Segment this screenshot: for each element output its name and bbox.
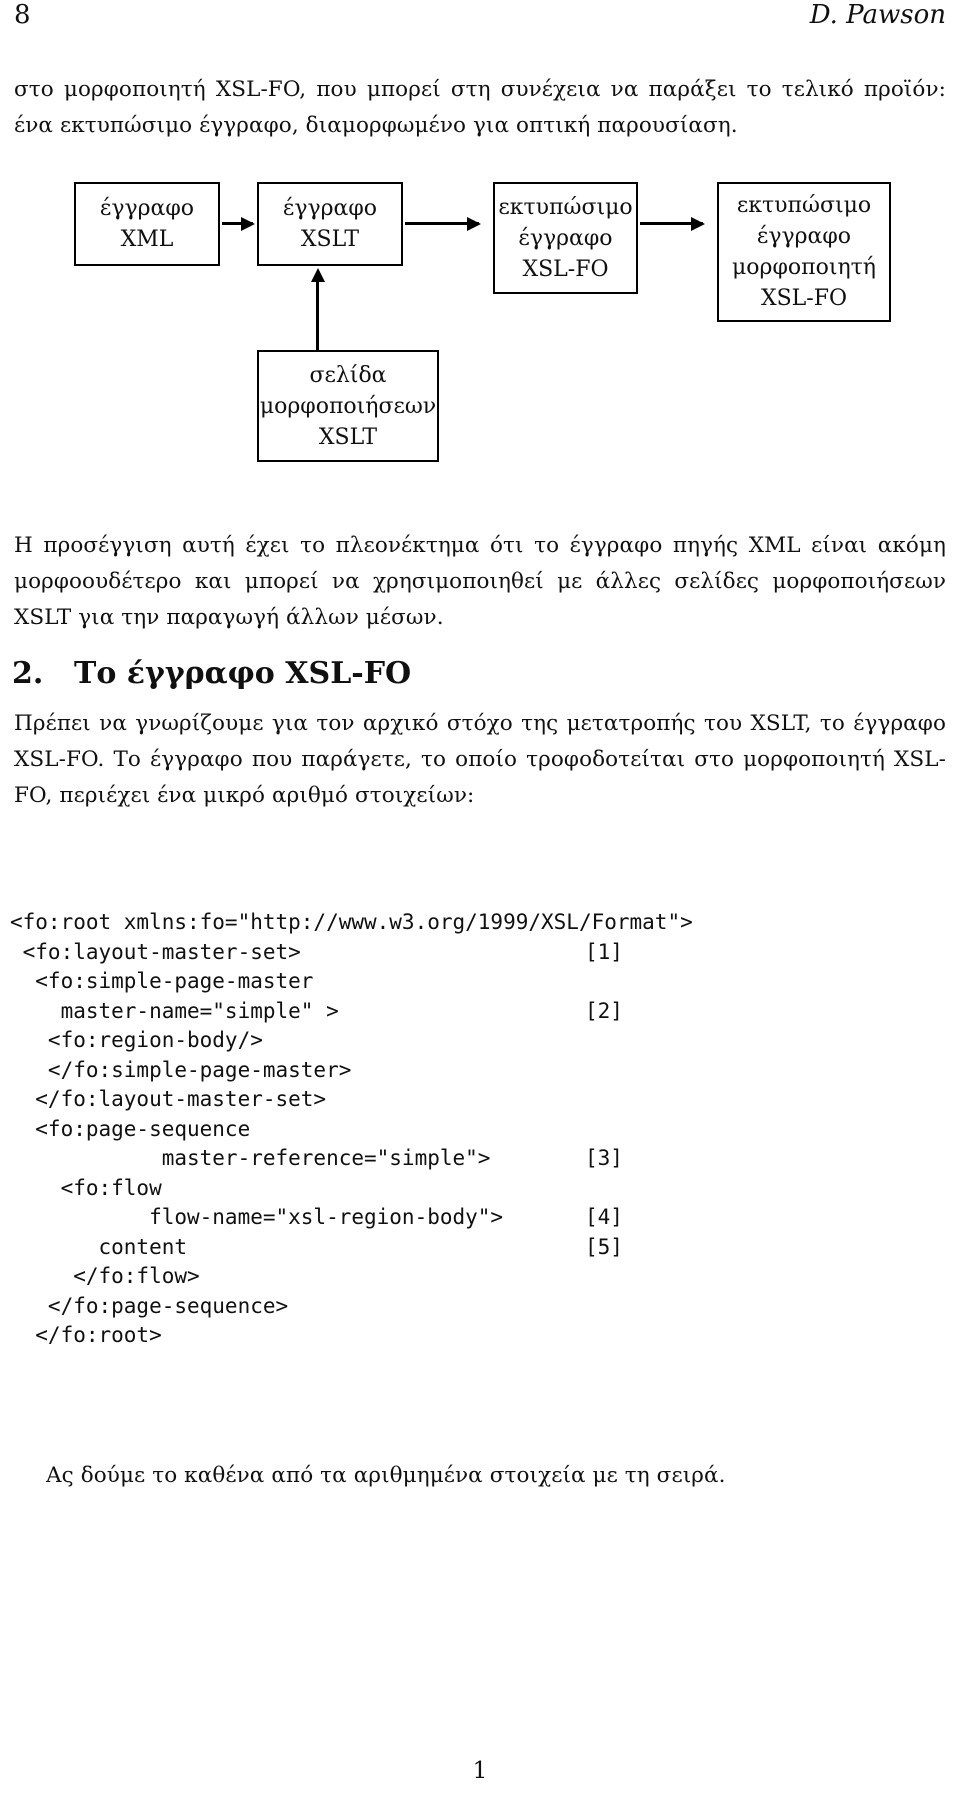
code-line-text: master-reference="simple">	[10, 1146, 491, 1170]
code-line-reference: [2]	[585, 998, 623, 1023]
diagram-box-line: XML	[120, 227, 174, 252]
code-line-text: <fo:page-sequence	[10, 1116, 251, 1141]
diagram-box-xslt-document: έγγραφο XSLT	[257, 182, 403, 266]
code-line: <fo:region-body/>	[10, 1026, 710, 1056]
section-number: 2.	[12, 655, 44, 691]
arrow-right-icon	[222, 216, 255, 231]
diagram-box-line: XSLT	[318, 424, 378, 450]
diagram-box-printable-fo-document: εκτυπώσιμο έγγραφο XSL-FO	[493, 182, 638, 294]
code-line-reference: [3]	[585, 1146, 623, 1170]
diagram-box-line: μορφοποιητή	[732, 255, 876, 280]
code-line-text: flow-name="xsl-region-body">	[10, 1205, 504, 1229]
code-line-text: <fo:root xmlns:fo="http://www.w3.org/199…	[10, 910, 693, 934]
arrow-right-icon	[405, 216, 481, 231]
code-listing: <fo:root xmlns:fo="http://www.w3.org/199…	[10, 908, 710, 1351]
code-line-text: <fo:simple-page-master	[10, 969, 314, 993]
arrow-up-icon	[310, 268, 325, 350]
arrow-right-icon	[640, 216, 705, 231]
running-head: 8 D. Pawson	[14, 0, 946, 40]
code-line: <fo:root xmlns:fo="http://www.w3.org/199…	[10, 908, 710, 938]
code-line: </fo:root>	[10, 1321, 710, 1351]
code-line: </fo:page-sequence>	[10, 1292, 710, 1322]
code-line: <fo:flow	[10, 1174, 710, 1204]
section-title: Το έγγραφο XSL-FO	[74, 655, 412, 691]
code-line: flow-name="xsl-region-body"> [4]	[10, 1203, 710, 1233]
code-line-reference: [5]	[585, 1234, 623, 1259]
diagram-box-line: XSLT	[300, 227, 360, 252]
code-line-reference: [4]	[585, 1205, 623, 1229]
diagram-box-line: XSL-FO	[522, 256, 609, 282]
diagram-box-xml-document: έγγραφο XML	[74, 182, 220, 266]
code-line: master-reference="simple"> [3]	[10, 1144, 710, 1174]
code-line-reference: [1]	[585, 939, 623, 964]
code-line: <fo:simple-page-master	[10, 967, 710, 997]
code-line-text: <fo:flow	[10, 1175, 162, 1200]
code-line: <fo:layout-master-set> [1]	[10, 938, 710, 968]
code-line: master-name="simple" > [2]	[10, 997, 710, 1027]
pipeline-diagram: έγγραφο XML έγγραφο XSLT εκτυπώσιμο έγγρ…	[0, 0, 960, 470]
code-line: </fo:simple-page-master>	[10, 1056, 710, 1086]
diagram-box-line: έγγραφο	[518, 225, 613, 251]
code-line-text: </fo:flow>	[10, 1264, 200, 1288]
code-line: content [5]	[10, 1233, 710, 1263]
code-line: <fo:page-sequence	[10, 1115, 710, 1145]
code-line-text: master-name="simple" >	[10, 998, 339, 1023]
code-line-text: </fo:page-sequence>	[10, 1293, 289, 1318]
code-line-text: <fo:region-body/>	[10, 1028, 263, 1052]
diagram-box-line: εκτυπώσιμο	[736, 193, 872, 218]
code-line-text: </fo:root>	[10, 1323, 162, 1347]
running-head-folio: 8	[14, 0, 31, 30]
diagram-box-line: έγγραφο	[756, 224, 852, 249]
code-line-text: <fo:layout-master-set>	[10, 939, 301, 964]
code-line: </fo:layout-master-set>	[10, 1085, 710, 1115]
intro-paragraph: στο μορφοποιητή XSL-FO, που μπορεί στη σ…	[14, 76, 946, 138]
section-heading: 2. Το έγγραφο XSL-FO	[12, 656, 411, 691]
diagram-box-line: XSL-FO	[760, 286, 848, 311]
diagram-box-line: μορφοποιήσεων	[259, 393, 437, 419]
code-line-text: content	[10, 1234, 188, 1259]
diagram-box-xslt-stylesheet: σελίδα μορφοποιήσεων XSLT	[257, 350, 439, 462]
code-line-text: </fo:layout-master-set>	[10, 1087, 327, 1111]
diagram-box-line: έγγραφο	[99, 196, 195, 221]
running-head-author: D. Pawson	[809, 0, 946, 30]
diagram-box-line: εκτυπώσιμο	[498, 194, 633, 220]
closing-paragraph: Ας δούμε το καθένα από τα αριθμημένα στο…	[46, 1462, 726, 1488]
diagram-box-formatter-output: εκτυπώσιμο έγγραφο μορφοποιητή XSL-FO	[717, 182, 891, 322]
diagram-box-line: σελίδα	[309, 362, 387, 388]
diagram-box-line: έγγραφο	[282, 196, 378, 221]
document-page: 8 D. Pawson στο μορφοποιητή XSL-FO, που …	[0, 0, 960, 1801]
code-line: </fo:flow>	[10, 1262, 710, 1292]
code-line-text: </fo:simple-page-master>	[10, 1057, 352, 1082]
approach-paragraph: Η προσέγγιση αυτή έχει το πλεονέκτημα ότ…	[14, 532, 946, 630]
page-folio: 1	[472, 1758, 488, 1784]
goal-paragraph: Πρέπει να γνωρίζουμε για τον αρχικό στόχ…	[14, 710, 946, 808]
